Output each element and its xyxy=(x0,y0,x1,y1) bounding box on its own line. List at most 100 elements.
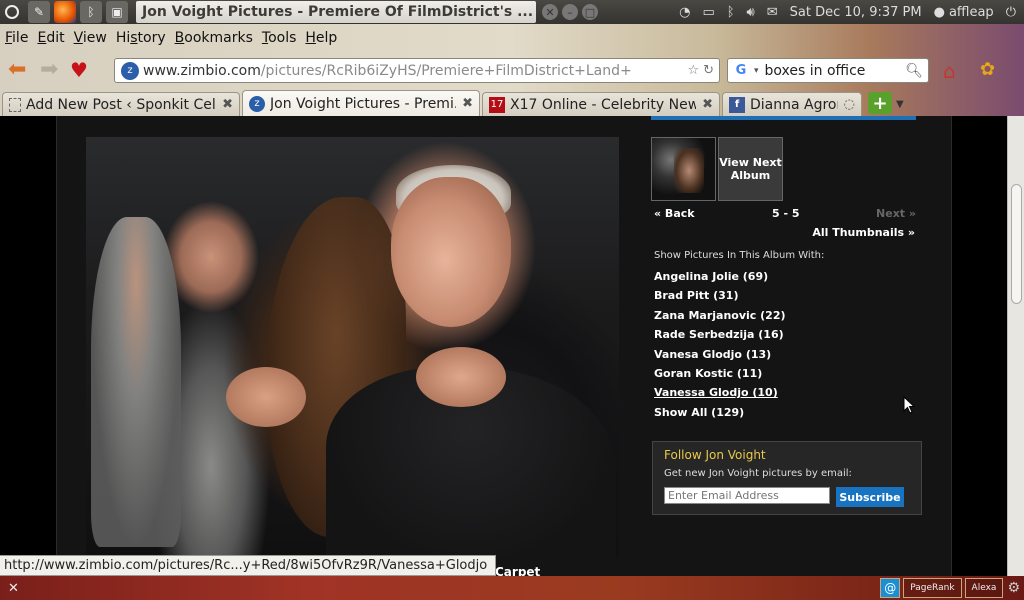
tab-close-icon[interactable]: ✖ xyxy=(702,97,713,112)
page-content: Carpet View Next Album « Back 5 - 5 Next… xyxy=(0,116,1024,579)
menu-item[interactable]: View xyxy=(74,30,107,46)
at-icon[interactable]: @ xyxy=(880,578,901,598)
url-text[interactable]: www.zimbio.com/pictures/RcRib6iZyHS/Prem… xyxy=(143,63,631,79)
photo-figure-staff xyxy=(91,217,181,547)
photo-figure-face xyxy=(391,177,511,327)
sidebar-accent-line xyxy=(651,116,916,120)
tab-jon-voight[interactable]: z Jon Voight Pictures - Premi... ✖ xyxy=(242,90,480,116)
back-link[interactable]: « Back xyxy=(654,207,695,220)
view-next-album-button[interactable]: View Next Album xyxy=(718,137,783,201)
menu-item[interactable]: Edit xyxy=(37,30,64,46)
close-addon-bar-icon[interactable]: ✕ xyxy=(8,581,19,596)
user-name[interactable]: affleap xyxy=(949,5,994,20)
search-input[interactable]: boxes in office xyxy=(765,63,866,79)
window-title: Jon Voight Pictures - Premiere Of FilmDi… xyxy=(136,1,536,23)
mail-icon[interactable]: ✉ xyxy=(767,5,778,20)
page-icon xyxy=(9,97,21,112)
addon-bar: ✕ @ PageRank Alexa ⚙ xyxy=(0,576,1024,600)
bluetooth-icon[interactable]: ᛒ xyxy=(727,5,735,20)
tab-list-dropdown-icon[interactable]: ▼ xyxy=(896,99,904,110)
people-list: Angelina Jolie (69) Brad Pitt (31) Zana … xyxy=(654,270,786,425)
menu-item[interactable]: Bookmarks xyxy=(175,30,253,46)
photo-figure-hand xyxy=(416,347,506,407)
bluetooth-launcher-icon[interactable]: ᛒ xyxy=(80,1,102,23)
addon-icon[interactable]: ✿ xyxy=(980,59,1002,81)
gear-icon[interactable]: ⚙ xyxy=(1007,580,1020,596)
zimbio-icon: z xyxy=(249,95,265,112)
menu-item[interactable]: File xyxy=(5,30,28,46)
person-link[interactable]: Vanesa Glodjo (13) xyxy=(654,348,786,367)
follow-description: Get new Jon Voight pictures by email: xyxy=(664,468,852,479)
follow-box: Follow Jon Voight Get new Jon Voight pic… xyxy=(652,441,922,515)
search-engine-dropdown-icon[interactable]: ▾ xyxy=(754,66,759,76)
person-link[interactable]: Brad Pitt (31) xyxy=(654,289,786,308)
main-photo[interactable] xyxy=(86,137,619,556)
next-link[interactable]: Next » xyxy=(876,207,916,220)
person-link[interactable]: Goran Kostic (11) xyxy=(654,367,786,386)
edit-launcher-icon[interactable]: ✎ xyxy=(28,1,50,23)
tab-close-icon[interactable]: ✖ xyxy=(462,96,473,111)
url-bar[interactable]: z www.zimbio.com/pictures/RcRib6iZyHS/Pr… xyxy=(114,58,720,83)
album-sidebar: View Next Album « Back 5 - 5 Next » All … xyxy=(651,116,922,576)
follow-title: Follow Jon Voight xyxy=(664,448,766,462)
browser-chrome: File Edit View History Bookmarks Tools Help ⬅ … xyxy=(0,24,1024,116)
heart-icon[interactable]: ♥ xyxy=(70,59,92,81)
user-icon: ● xyxy=(933,4,945,20)
ubuntu-logo-icon[interactable] xyxy=(0,0,24,24)
facebook-icon: f xyxy=(729,96,745,113)
tab-dianna-agron[interactable]: f Dianna Agron ◌ xyxy=(722,92,862,116)
wifi-icon[interactable]: ◔ xyxy=(679,5,690,20)
forward-arrow-icon[interactable]: ➡ xyxy=(40,59,62,81)
show-pictures-heading: Show Pictures In This Album With: xyxy=(654,250,825,261)
save-launcher-icon[interactable]: ▣ xyxy=(106,1,128,23)
menu-item[interactable]: Tools xyxy=(262,30,297,46)
site-favicon-icon: z xyxy=(121,61,139,80)
volume-icon[interactable]: 🔊︎ xyxy=(747,5,755,20)
top-panel: ✎ ᛒ ▣ Jon Voight Pictures - Premiere Of … xyxy=(0,0,1024,24)
subscribe-button[interactable]: Subscribe xyxy=(836,487,904,507)
home-icon[interactable]: ⌂ xyxy=(943,59,965,83)
email-field[interactable] xyxy=(664,487,830,504)
window-close-button[interactable]: ✕ xyxy=(542,4,558,20)
all-thumbnails-link[interactable]: All Thumbnails » xyxy=(812,226,915,239)
person-link[interactable]: Rade Serbedzija (16) xyxy=(654,328,786,347)
tab-loading-icon: ◌ xyxy=(843,97,855,112)
tab-x17-online[interactable]: 17 X17 Online - Celebrity New... ✖ xyxy=(482,92,720,116)
tab-bar: Add New Post ‹ Sponkit Cel... ✖ z Jon Vo… xyxy=(0,89,1024,116)
vertical-scrollbar[interactable] xyxy=(1007,116,1024,576)
tab-close-icon[interactable]: ✖ xyxy=(222,97,233,112)
search-bar[interactable]: G ▾ boxes in office 🔍︎ xyxy=(727,58,929,83)
menu-bar: File Edit View History Bookmarks Tools Help xyxy=(0,24,1024,51)
battery-icon[interactable]: ▭ xyxy=(702,5,714,20)
nav-toolbar: ⬅ ➡ ♥ z www.zimbio.com/pictures/RcRib6iZ… xyxy=(0,53,1024,87)
x17-icon: 17 xyxy=(489,96,505,113)
menu-item[interactable]: History xyxy=(116,30,166,46)
bookmark-star-icon[interactable]: ☆ xyxy=(687,63,699,78)
photo-count: 5 - 5 xyxy=(772,207,800,220)
firefox-launcher-icon[interactable] xyxy=(54,1,76,23)
system-tray: ◔ ▭ ᛒ 🔊︎ ✉ Sat Dec 10, 9:37 PM ● affleap … xyxy=(679,5,1024,20)
screen: ✎ ᛒ ▣ Jon Voight Pictures - Premiere Of … xyxy=(0,0,1024,600)
album-thumbnail[interactable] xyxy=(651,137,716,201)
photo-figure-hand xyxy=(226,367,306,427)
mouse-cursor-icon xyxy=(903,396,915,414)
new-tab-button[interactable]: + xyxy=(868,92,892,114)
menu-item[interactable]: Help xyxy=(305,30,337,46)
person-link-hovered[interactable]: Vanessa Glodjo (10) xyxy=(654,386,786,405)
back-arrow-icon[interactable]: ⬅ xyxy=(8,59,30,81)
reload-icon[interactable]: ↻ xyxy=(703,63,714,78)
tab-add-new-post[interactable]: Add New Post ‹ Sponkit Cel... ✖ xyxy=(2,92,240,116)
pagerank-widget[interactable]: PageRank xyxy=(903,578,962,598)
person-link[interactable]: Zana Marjanovic (22) xyxy=(654,309,786,328)
window-minimize-button[interactable]: – xyxy=(562,4,578,20)
power-icon[interactable]: ⏻ xyxy=(1006,5,1016,20)
status-link-url: http://www.zimbio.com/pictures/Rc...y+Re… xyxy=(0,555,497,576)
clock[interactable]: Sat Dec 10, 9:37 PM xyxy=(790,5,922,20)
alexa-widget[interactable]: Alexa xyxy=(964,578,1004,598)
search-icon[interactable]: 🔍︎ xyxy=(905,63,928,79)
google-icon[interactable]: G xyxy=(732,62,750,80)
show-all-link[interactable]: Show All (129) xyxy=(654,406,786,425)
scrollbar-thumb[interactable] xyxy=(1011,184,1022,304)
person-link[interactable]: Angelina Jolie (69) xyxy=(654,270,786,289)
window-maximize-button[interactable]: □ xyxy=(582,4,598,20)
